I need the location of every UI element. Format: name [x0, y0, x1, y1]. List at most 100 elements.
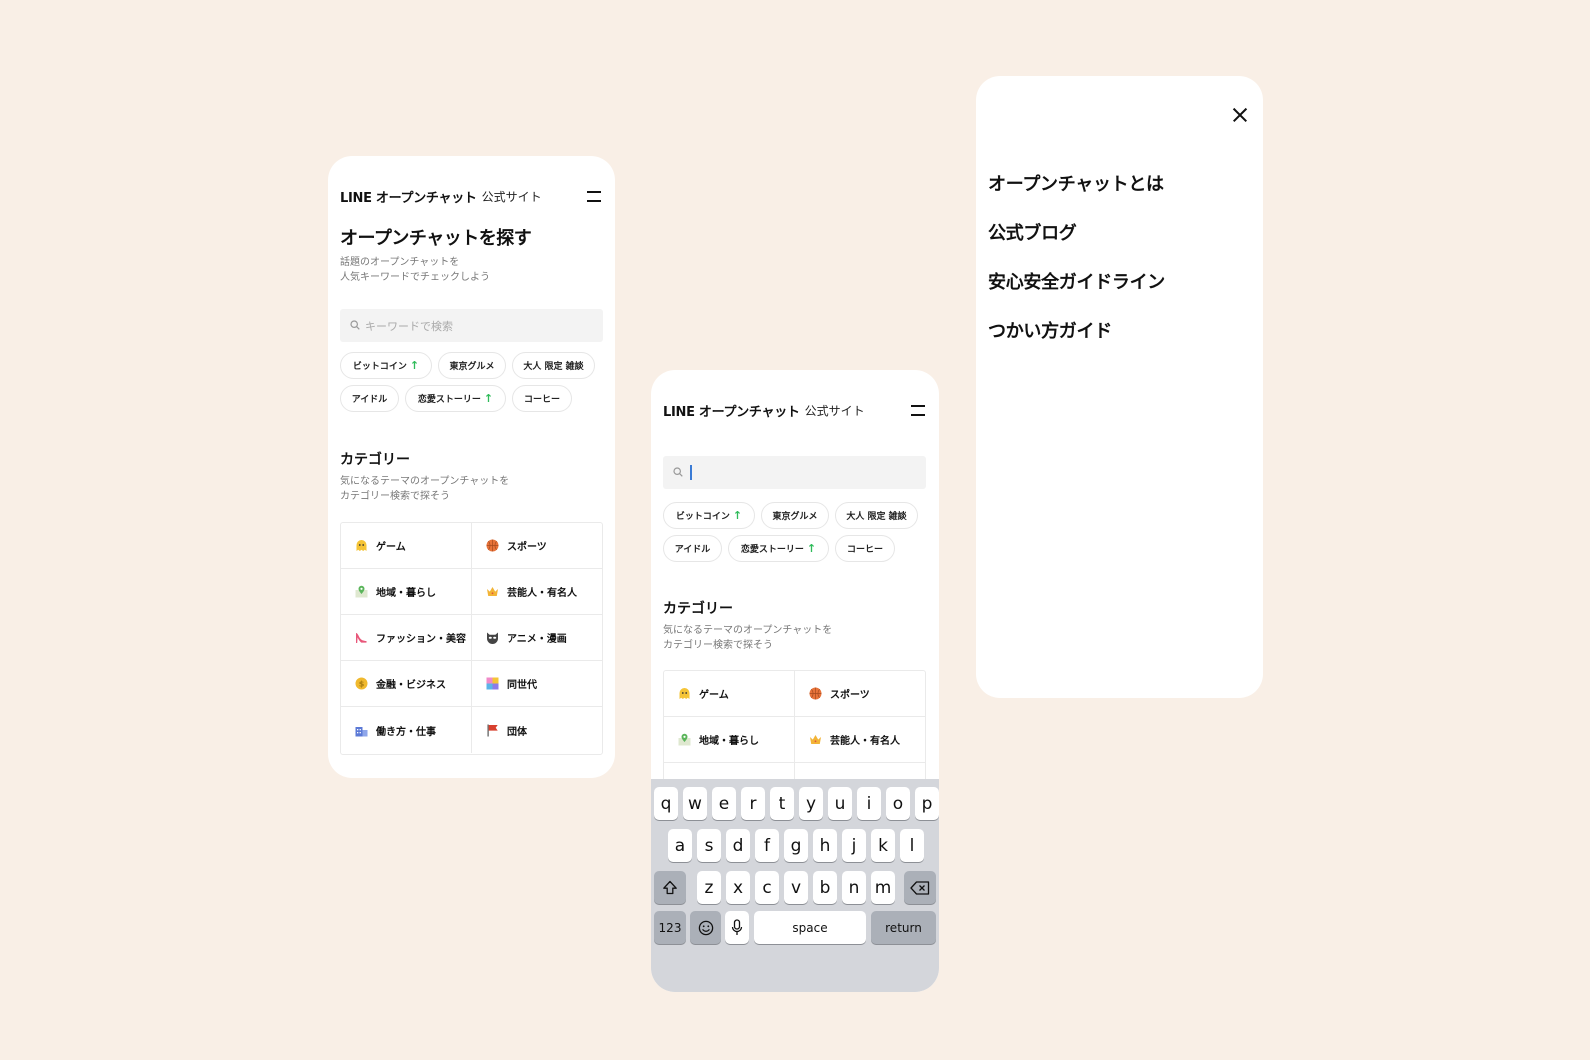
- home-screen: LINE オープンチャット 公式サイト オープンチャットを探す 話題のオープンチ…: [328, 156, 615, 778]
- mask-icon: [486, 631, 499, 644]
- crown-icon: [809, 733, 822, 746]
- keyword-chip[interactable]: ビットコイン ↑: [663, 502, 755, 529]
- keyword-chip[interactable]: コーヒー: [512, 385, 572, 412]
- category-item[interactable]: 地域・暮らし: [664, 717, 795, 763]
- page-subtitle: 話題のオープンチャットを 人気キーワードでチェックしよう: [340, 257, 490, 283]
- return-key[interactable]: return: [871, 911, 936, 944]
- key-a[interactable]: a: [668, 829, 692, 862]
- search-input[interactable]: キーワードで検索: [340, 309, 603, 342]
- text-cursor: [690, 465, 692, 480]
- key-d[interactable]: d: [726, 829, 750, 862]
- category-label: 芸能人・有名人: [507, 588, 577, 599]
- microphone-icon: [731, 919, 743, 935]
- menu-item-safety-guideline[interactable]: 安心安全ガイドライン: [988, 268, 1165, 294]
- category-item[interactable]: 地域・暮らし: [341, 569, 472, 615]
- keyword-chip[interactable]: 大人 限定 雑談: [835, 502, 918, 529]
- basketball-icon: [809, 687, 822, 700]
- key-j[interactable]: j: [842, 829, 866, 862]
- keyword-chip[interactable]: 恋愛ストーリー ↑: [405, 385, 506, 412]
- brand-logo[interactable]: LINE オープンチャット: [663, 401, 800, 420]
- keyword-chip[interactable]: 恋愛ストーリー ↑: [728, 535, 829, 562]
- key-b[interactable]: b: [813, 871, 837, 904]
- category-item[interactable]: スポーツ: [471, 523, 602, 569]
- numbers-key[interactable]: 123: [654, 911, 686, 944]
- category-item[interactable]: ゲーム: [341, 523, 472, 569]
- key-v[interactable]: v: [784, 871, 808, 904]
- menu-item-about[interactable]: オープンチャットとは: [988, 170, 1164, 196]
- category-section-title: カテゴリー: [340, 452, 410, 468]
- category-item[interactable]: ゲーム: [664, 671, 795, 717]
- emoji-key[interactable]: [690, 911, 721, 944]
- category-label: 地域・暮らし: [699, 736, 759, 747]
- keyword-chip[interactable]: 大人 限定 雑談: [512, 352, 595, 379]
- key-e[interactable]: e: [712, 787, 736, 820]
- category-item[interactable]: 同世代: [471, 661, 602, 707]
- close-icon[interactable]: [1233, 107, 1247, 122]
- key-x[interactable]: x: [726, 871, 750, 904]
- category-section-title: カテゴリー: [663, 601, 733, 617]
- key-u[interactable]: u: [828, 787, 852, 820]
- key-l[interactable]: l: [900, 829, 924, 862]
- category-item[interactable]: アニメ・漫画: [471, 615, 602, 661]
- site-header: LINE オープンチャット 公式サイト: [340, 186, 603, 206]
- key-n[interactable]: n: [842, 871, 866, 904]
- key-c[interactable]: c: [755, 871, 779, 904]
- keyword-chip[interactable]: 東京グルメ: [761, 502, 829, 529]
- category-item[interactable]: 芸能人・有名人: [471, 569, 602, 615]
- ghost-icon: [678, 687, 691, 700]
- key-q[interactable]: q: [654, 787, 678, 820]
- map-pin-icon: [355, 585, 368, 598]
- backspace-icon: [910, 880, 930, 895]
- page-title: オープンチャットを探す: [340, 228, 532, 249]
- flag-icon: [486, 724, 499, 737]
- category-label: スポーツ: [507, 542, 547, 553]
- hamburger-menu-icon[interactable]: [911, 404, 925, 416]
- microphone-key[interactable]: [725, 911, 749, 944]
- menu-item-usage-guide[interactable]: つかい方ガイド: [988, 317, 1112, 343]
- search-input-focused[interactable]: [663, 456, 926, 489]
- hamburger-menu-icon[interactable]: [587, 190, 601, 202]
- menu-item-blog[interactable]: 公式ブログ: [988, 219, 1077, 245]
- keyword-chip[interactable]: アイドル: [663, 535, 722, 562]
- category-item[interactable]: 働き方・仕事: [341, 707, 472, 753]
- key-y[interactable]: y: [799, 787, 823, 820]
- blocks-icon: [486, 677, 499, 690]
- key-f[interactable]: f: [755, 829, 779, 862]
- key-o[interactable]: o: [886, 787, 910, 820]
- key-m[interactable]: m: [871, 871, 895, 904]
- trending-up-icon: ↑: [409, 359, 420, 372]
- category-item[interactable]: ファッション・美容: [341, 615, 472, 661]
- backspace-key[interactable]: [904, 871, 936, 904]
- key-p[interactable]: p: [915, 787, 939, 820]
- category-label: ゲーム: [699, 690, 729, 701]
- menu-screen: オープンチャットとは 公式ブログ 安心安全ガイドライン つかい方ガイド: [976, 76, 1263, 698]
- category-item[interactable]: 芸能人・有名人: [794, 717, 925, 763]
- category-item[interactable]: $ 金融・ビジネス: [341, 661, 472, 707]
- key-g[interactable]: g: [784, 829, 808, 862]
- map-pin-icon: [678, 733, 691, 746]
- category-item[interactable]: スポーツ: [794, 671, 925, 717]
- ghost-icon: [355, 539, 368, 552]
- shift-icon: [663, 880, 677, 895]
- building-icon: [355, 724, 368, 737]
- key-r[interactable]: r: [741, 787, 765, 820]
- keyword-chip[interactable]: ビットコイン ↑: [340, 352, 432, 379]
- key-i[interactable]: i: [857, 787, 881, 820]
- brand-logo[interactable]: LINE オープンチャット: [340, 187, 477, 206]
- keyword-chip[interactable]: 東京グルメ: [438, 352, 506, 379]
- key-w[interactable]: w: [683, 787, 707, 820]
- key-t[interactable]: t: [770, 787, 794, 820]
- key-z[interactable]: z: [697, 871, 721, 904]
- category-item[interactable]: 団体: [471, 707, 602, 753]
- svg-text:$: $: [359, 679, 365, 688]
- key-s[interactable]: s: [697, 829, 721, 862]
- key-k[interactable]: k: [871, 829, 895, 862]
- site-header: LINE オープンチャット 公式サイト: [663, 400, 927, 420]
- category-label: 団体: [507, 726, 527, 738]
- space-key[interactable]: space: [754, 911, 866, 944]
- search-placeholder: キーワードで検索: [365, 320, 453, 333]
- keyword-chip[interactable]: コーヒー: [835, 535, 895, 562]
- keyword-chip[interactable]: アイドル: [340, 385, 399, 412]
- shift-key[interactable]: [654, 871, 686, 904]
- key-h[interactable]: h: [813, 829, 837, 862]
